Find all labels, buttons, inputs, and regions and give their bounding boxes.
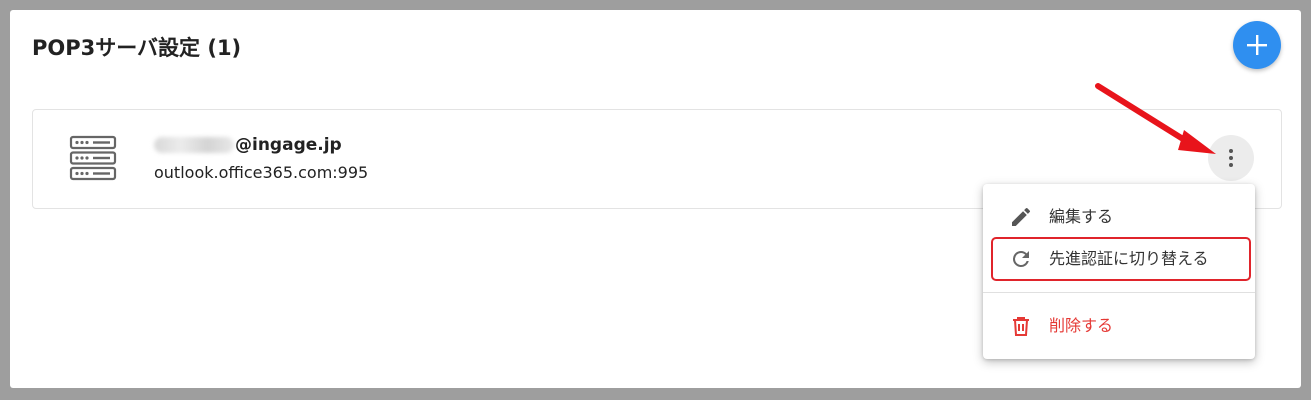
menu-item-delete[interactable]: 削除する	[983, 306, 1255, 346]
account-email: @ingage.jp	[154, 132, 342, 158]
plus-icon	[1247, 35, 1267, 55]
more-vertical-icon-dot	[1229, 163, 1233, 167]
redacted-username	[154, 137, 234, 153]
pencil-icon	[1012, 207, 1031, 226]
server-host: outlook.office365.com:995	[154, 163, 369, 182]
context-menu: 編集する 先進認証に切り替える 削除する	[983, 184, 1255, 359]
highlight-annotation-box	[991, 237, 1251, 281]
trash-icon	[1013, 317, 1029, 336]
add-server-button[interactable]	[1233, 21, 1281, 69]
menu-item-label: 編集する	[1049, 207, 1114, 226]
server-rack-icon	[69, 135, 117, 181]
annotation-arrow	[1095, 83, 1216, 154]
menu-divider	[983, 292, 1255, 293]
menu-item-label: 削除する	[1049, 316, 1114, 335]
account-domain: @ingage.jp	[235, 135, 342, 155]
more-vertical-icon-dot	[1229, 156, 1233, 160]
panel-title: POP3サーバ設定 (1)	[32, 36, 242, 60]
more-vertical-icon	[1229, 149, 1233, 153]
menu-item-edit[interactable]: 編集する	[983, 197, 1255, 237]
